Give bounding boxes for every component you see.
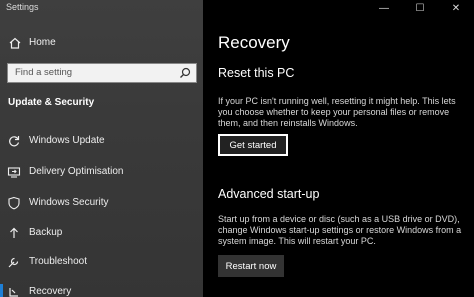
sidebar-item-label: Recovery: [29, 286, 72, 297]
backup-arrow-icon: [10, 227, 18, 238]
home-icon: [9, 37, 21, 49]
reset-heading: Reset this PC: [218, 66, 295, 80]
advanced-startup-description: Start up from a device or disc (such as …: [218, 214, 462, 246]
advanced-startup-heading: Advanced start-up: [218, 187, 320, 201]
sidebar-item-windows-update[interactable]: Windows Update: [0, 131, 203, 153]
restart-now-button[interactable]: Restart now: [218, 255, 284, 277]
sidebar-item-label: Troubleshoot: [29, 256, 87, 267]
recovery-icon: [9, 288, 18, 297]
window-controls: — ☐ ✕: [366, 0, 474, 16]
sidebar-item-delivery-optimisation[interactable]: Delivery Optimisation: [0, 162, 203, 184]
sidebar: Settings Home Find a setting Update & Se…: [0, 0, 203, 297]
refresh-icon: [9, 136, 20, 147]
sidebar-item-label: Backup: [29, 227, 63, 238]
close-button[interactable]: ✕: [438, 0, 474, 16]
section-title: Update & Security: [8, 97, 95, 108]
sidebar-item-label: Windows Update: [29, 135, 105, 146]
get-started-button[interactable]: Get started: [218, 134, 288, 156]
wrench-icon: [8, 257, 19, 268]
shield-icon: [8, 196, 20, 210]
window-title: Settings: [6, 2, 39, 12]
maximize-button[interactable]: ☐: [402, 0, 438, 16]
search-icon[interactable]: [179, 67, 191, 79]
sidebar-item-recovery[interactable]: Recovery: [0, 282, 203, 297]
page-title: Recovery: [218, 33, 290, 52]
sidebar-item-label: Delivery Optimisation: [29, 166, 124, 177]
sidebar-item-troubleshoot[interactable]: Troubleshoot: [0, 252, 203, 274]
delivery-optimisation-icon: [7, 167, 21, 178]
sidebar-item-backup[interactable]: Backup: [0, 223, 203, 245]
sidebar-item-label: Home: [29, 37, 56, 48]
sidebar-item-label: Windows Security: [29, 197, 109, 208]
sidebar-item-home[interactable]: Home: [0, 33, 203, 55]
minimize-button[interactable]: —: [366, 0, 402, 16]
sidebar-item-windows-security[interactable]: Windows Security: [0, 193, 203, 215]
title-bar: Settings: [0, 0, 203, 16]
reset-description: If your PC isn't running well, resetting…: [218, 96, 456, 128]
search-placeholder: Find a setting: [15, 67, 73, 78]
main-content: — ☐ ✕ Recovery Reset this PC If your PC …: [203, 0, 474, 297]
search-input[interactable]: Find a setting: [7, 63, 197, 83]
